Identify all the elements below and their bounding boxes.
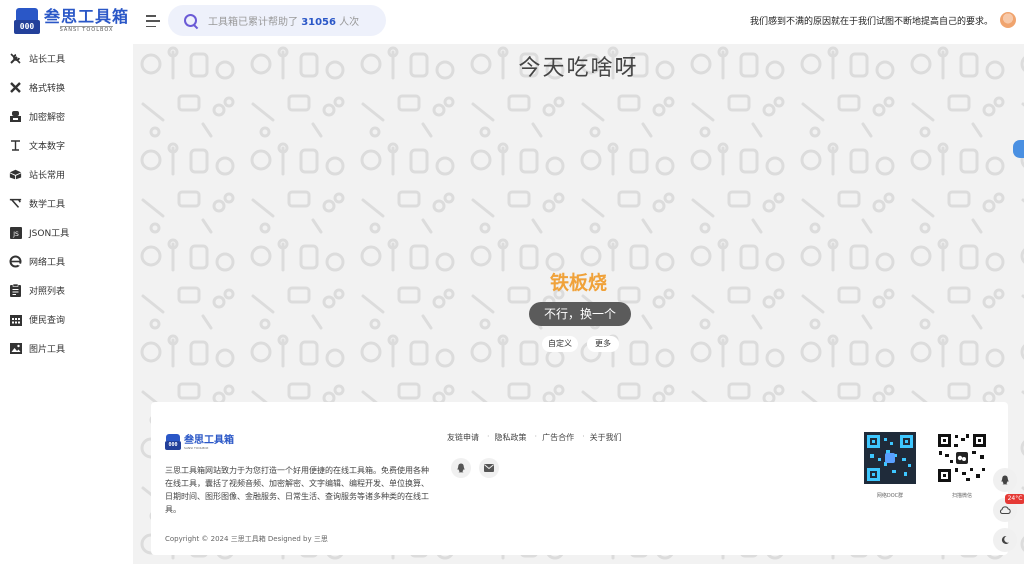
main-content: 今天吃啥呀 铁板烧 不行，换一个 自定义 更多 000 叁思工具箱 SANSI …	[133, 44, 1024, 564]
page-headline: 今天吃啥呀	[518, 56, 639, 81]
link-privacy[interactable]: 隐私政策	[495, 432, 527, 443]
sidebar-item-webmaster[interactable]: 站长工具	[0, 44, 133, 73]
footer-logo-subtitle: SANSI TOOLBOX	[184, 445, 209, 450]
footer-logo[interactable]: 000 叁思工具箱 SANSI TOOLBOX	[165, 434, 234, 450]
avatar[interactable]	[1000, 12, 1016, 28]
search-icon	[184, 13, 198, 28]
qq-icon[interactable]	[451, 458, 471, 478]
top-header: 000 叁思工具箱 SANSI TOOLBOX 工具箱已累计帮助了 31056 …	[0, 0, 1024, 44]
sidebar: 站长工具 格式转换 加密解密 文本数字 站长常用 数学工具 JS JSON工具	[0, 44, 133, 564]
link-friend[interactable]: 友链申请	[447, 432, 479, 443]
footer-card: 000 叁思工具箱 SANSI TOOLBOX 三思工具箱网站致力于为您打造一个…	[151, 402, 1008, 555]
food-result: 铁板烧	[549, 272, 607, 294]
footer-copyright: Copyright © 2024 三思工具箱 Designed by 三思	[165, 535, 328, 543]
menu-toggle-icon[interactable]	[146, 14, 160, 28]
qr-label-wechat: 扫描微信	[951, 493, 972, 499]
math-icon	[9, 197, 22, 210]
qr-code-qq-group	[864, 432, 916, 484]
sidebar-item-math[interactable]: 数学工具	[0, 189, 133, 218]
dark-mode-moon-icon[interactable]	[993, 528, 1017, 552]
sidebar-item-list[interactable]: 对照列表	[0, 276, 133, 305]
qq-float-icon[interactable]	[993, 468, 1017, 492]
change-food-button[interactable]: 不行，换一个	[529, 302, 631, 326]
svg-text:JS: JS	[12, 231, 19, 238]
sidebar-item-image[interactable]: 图片工具	[0, 334, 133, 363]
calendar-icon	[9, 313, 22, 326]
qr-label-qq: 网络DOC群	[876, 493, 904, 499]
sidebar-item-text[interactable]: 文本数字	[0, 131, 133, 160]
sidebar-item-format[interactable]: 格式转换	[0, 73, 133, 102]
sidebar-item-common[interactable]: 站长常用	[0, 160, 133, 189]
footer-description: 三思工具箱网站致力于为您打造一个好用便捷的在线工具箱。免费使用各种在线工具，囊括…	[165, 466, 429, 514]
tools-icon	[9, 52, 22, 65]
text-icon	[9, 139, 22, 152]
search-bar[interactable]: 工具箱已累计帮助了 31056 人次	[168, 5, 386, 36]
site-logo[interactable]: 000 叁思工具箱 SANSI TOOLBOX	[14, 8, 129, 34]
sidebar-item-query[interactable]: 便民查询	[0, 305, 133, 334]
side-float-icon[interactable]	[1013, 140, 1024, 158]
quote-notice: 我们感到不满的原因就在于我们试图不断地提高自己的要求。	[750, 17, 994, 27]
qr-code-wechat	[936, 432, 988, 484]
custom-button[interactable]: 自定义	[542, 336, 578, 352]
image-icon	[9, 342, 22, 355]
list-icon	[9, 284, 22, 297]
footer-logo-icon: 000	[165, 434, 181, 450]
temperature-badge: 24°C	[1005, 494, 1024, 504]
sidebar-item-crypto[interactable]: 加密解密	[0, 102, 133, 131]
logo-title: 叁思工具箱	[44, 7, 130, 26]
search-placeholder: 工具箱已累计帮助了 31056 人次	[208, 17, 360, 28]
logo-subtitle: SANSI TOOLBOX	[59, 26, 114, 33]
logo-icon: 000	[14, 8, 40, 34]
footer-logo-title: 叁思工具箱	[184, 434, 234, 446]
more-button[interactable]: 更多	[587, 336, 619, 352]
help-count: 31056	[301, 17, 336, 28]
convert-icon	[9, 81, 22, 94]
sidebar-item-network[interactable]: 网络工具	[0, 247, 133, 276]
link-about[interactable]: 关于我们	[590, 432, 622, 443]
json-icon: JS	[9, 226, 22, 239]
mail-icon[interactable]	[479, 458, 499, 478]
sidebar-item-json[interactable]: JS JSON工具	[0, 218, 133, 247]
link-ads[interactable]: 广告合作	[542, 432, 574, 443]
lock-icon	[9, 110, 22, 123]
footer-links: 友链申请 · 隐私政策 · 广告合作 · 关于我们	[447, 432, 622, 443]
box-icon	[9, 168, 22, 181]
network-icon	[9, 255, 22, 268]
